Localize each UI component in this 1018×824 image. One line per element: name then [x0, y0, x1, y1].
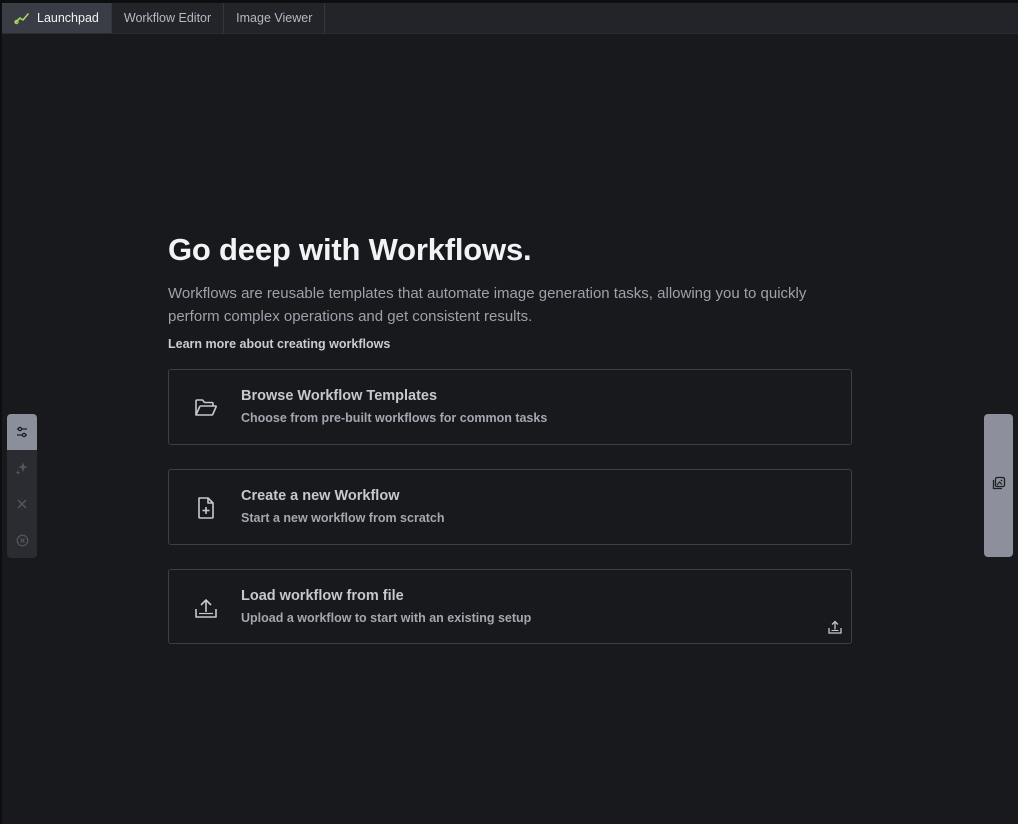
tab-bar: Launchpad Workflow Editor Image Viewer	[2, 3, 1018, 34]
sliders-icon	[15, 425, 29, 439]
card-title: Browse Workflow Templates	[241, 388, 438, 404]
load-workflow-card[interactable]: Load workflow from file Upload a workflo…	[168, 569, 852, 644]
tab-launchpad[interactable]: Launchpad	[2, 3, 112, 33]
tab-label: Image Viewer	[236, 11, 313, 25]
close-icon	[16, 498, 28, 510]
page-title: Go deep with Workflows.	[168, 232, 532, 267]
sparkle-icon	[15, 461, 29, 475]
gallery-panel-toggle[interactable]	[984, 414, 1013, 557]
cancel-circle-icon	[16, 534, 29, 547]
launchpad-content: Go deep with Workflows. Workflows are re…	[168, 229, 852, 353]
page-description: Workflows are reusable templates that au…	[168, 285, 807, 325]
create-workflow-card[interactable]: Create a new Workflow Start a new workfl…	[168, 469, 852, 545]
cancel-button[interactable]	[7, 486, 37, 522]
tab-workflow-editor[interactable]: Workflow Editor	[112, 3, 225, 33]
card-title: Create a new Workflow	[241, 488, 400, 504]
app-window: Launchpad Workflow Editor Image Viewer G…	[0, 0, 1018, 824]
upload-icon	[193, 596, 219, 620]
images-icon	[992, 476, 1006, 495]
learn-more-link[interactable]: Learn more about creating workflows	[168, 337, 390, 351]
settings-panel-button[interactable]	[7, 414, 37, 450]
tab-label: Launchpad	[37, 11, 99, 25]
tab-image-viewer[interactable]: Image Viewer	[224, 3, 326, 33]
card-title: Load workflow from file	[241, 588, 404, 604]
card-subtitle: Choose from pre-built workflows for comm…	[241, 411, 548, 425]
folder-open-icon	[193, 396, 219, 420]
upload-icon	[827, 619, 843, 635]
file-plus-icon	[193, 496, 219, 520]
left-floating-toolbar	[7, 414, 37, 558]
invoke-button[interactable]	[7, 450, 37, 486]
cancel-all-button[interactable]	[7, 522, 37, 558]
browse-templates-card[interactable]: Browse Workflow Templates Choose from pr…	[168, 369, 852, 445]
tab-label: Workflow Editor	[123, 11, 212, 25]
card-subtitle: Start a new workflow from scratch	[241, 511, 445, 525]
chart-line-icon	[14, 10, 30, 26]
card-subtitle: Upload a workflow to start with an exist…	[241, 611, 532, 625]
